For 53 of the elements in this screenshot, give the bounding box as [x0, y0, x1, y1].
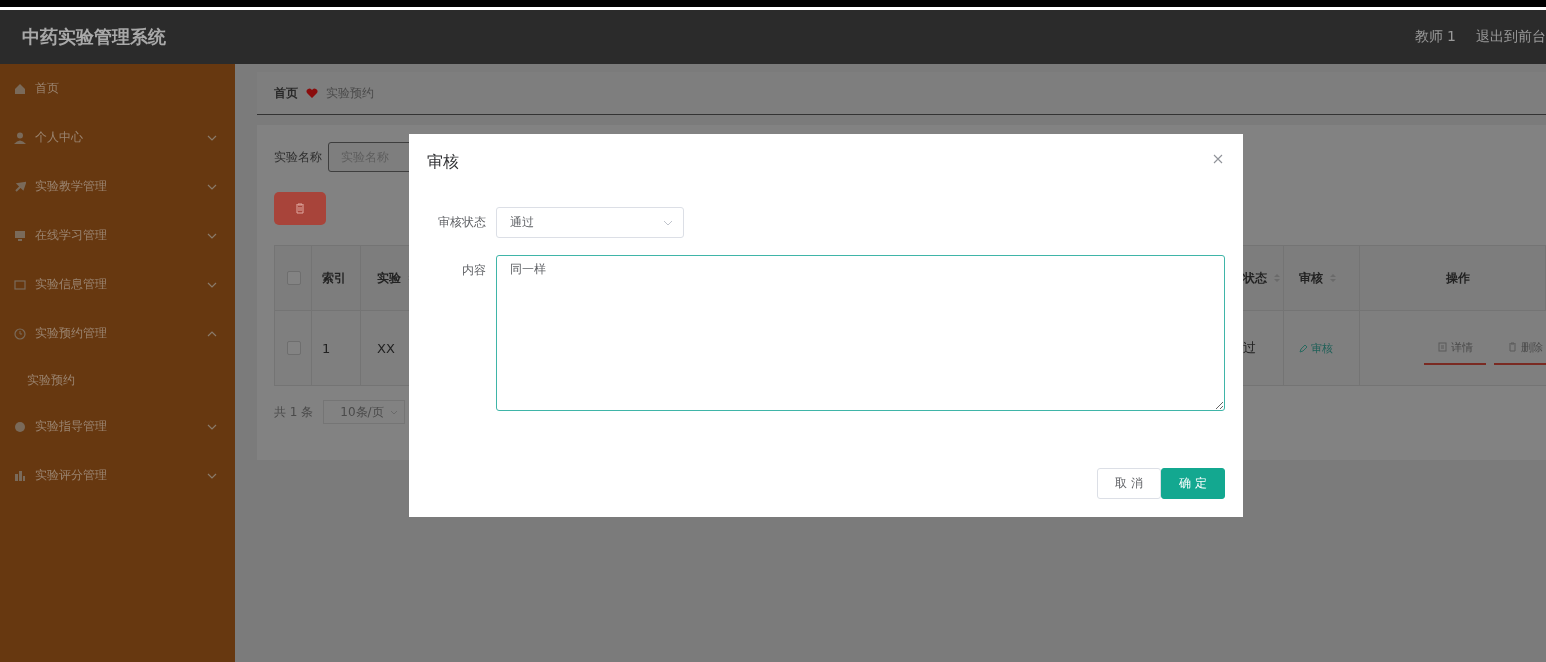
table-cell: 过 — [1243, 339, 1256, 357]
trash-icon — [295, 203, 305, 214]
breadcrumb-link[interactable]: 首页 — [274, 84, 298, 102]
sidebar-item[interactable]: 在线学习管理 — [0, 211, 235, 260]
user-name: 教师 1 — [1414, 28, 1456, 46]
sidebar-item[interactable]: 首页 — [0, 64, 235, 113]
confirm-button[interactable]: 确 定 — [1161, 468, 1225, 499]
chevron-up-icon — [207, 329, 217, 338]
chevron-down-icon — [207, 231, 217, 240]
document-icon — [1437, 342, 1447, 352]
chart-icon — [14, 469, 26, 482]
review-link[interactable]: 审核 — [1299, 340, 1333, 356]
sidebar-item[interactable]: 实验信息管理 — [0, 260, 235, 309]
sidebar-item[interactable]: 实验评分管理 — [0, 451, 235, 500]
chevron-down-icon — [207, 471, 217, 480]
table-cell: 1 — [322, 340, 331, 356]
sidebar-item[interactable]: 实验指导管理 — [0, 402, 235, 451]
clock-icon — [14, 327, 26, 340]
chevron-down-icon — [207, 422, 217, 431]
sidebar-item[interactable]: 个人中心 — [0, 113, 235, 162]
pin-icon — [14, 180, 26, 193]
sidebar-item[interactable]: 实验教学管理 — [0, 162, 235, 211]
column-header: 实验 — [377, 269, 401, 287]
column-header: 状态 — [1243, 269, 1267, 287]
chevron-down-icon — [207, 133, 217, 142]
card-icon — [14, 278, 26, 291]
caret-icon — [390, 409, 399, 415]
logout-link[interactable]: 退出到前台 — [1476, 28, 1546, 46]
heart-icon — [306, 87, 318, 99]
column-header: 审核 — [1299, 269, 1323, 287]
search-label: 实验名称 — [274, 148, 322, 166]
status-select[interactable]: 通过 — [496, 207, 684, 238]
app-title: 中药实验管理系统 — [22, 25, 166, 49]
field-label: 内容 — [461, 262, 486, 279]
table-cell: XX — [377, 340, 395, 356]
home-icon — [14, 82, 26, 95]
cancel-button[interactable]: 取 消 — [1097, 468, 1161, 499]
pencil-icon — [1299, 343, 1308, 353]
column-header: 索引 — [322, 269, 346, 287]
content-field[interactable]: 同一样 — [496, 255, 1225, 411]
person-icon — [14, 131, 26, 144]
monitor-icon — [14, 229, 26, 242]
sidebar-subitem[interactable]: 实验预约 — [0, 358, 235, 402]
chevron-down-icon — [663, 219, 673, 226]
column-header: 操作 — [1446, 269, 1470, 287]
delete-button[interactable] — [274, 192, 326, 225]
trash-icon — [1507, 342, 1517, 352]
record-icon — [14, 420, 26, 433]
field-label: 审核状态 — [437, 214, 486, 231]
sidebar-item[interactable]: 实验预约管理 — [0, 309, 235, 358]
close-icon — [1213, 154, 1223, 164]
chevron-down-icon — [207, 182, 217, 191]
chevron-down-icon — [207, 280, 217, 289]
